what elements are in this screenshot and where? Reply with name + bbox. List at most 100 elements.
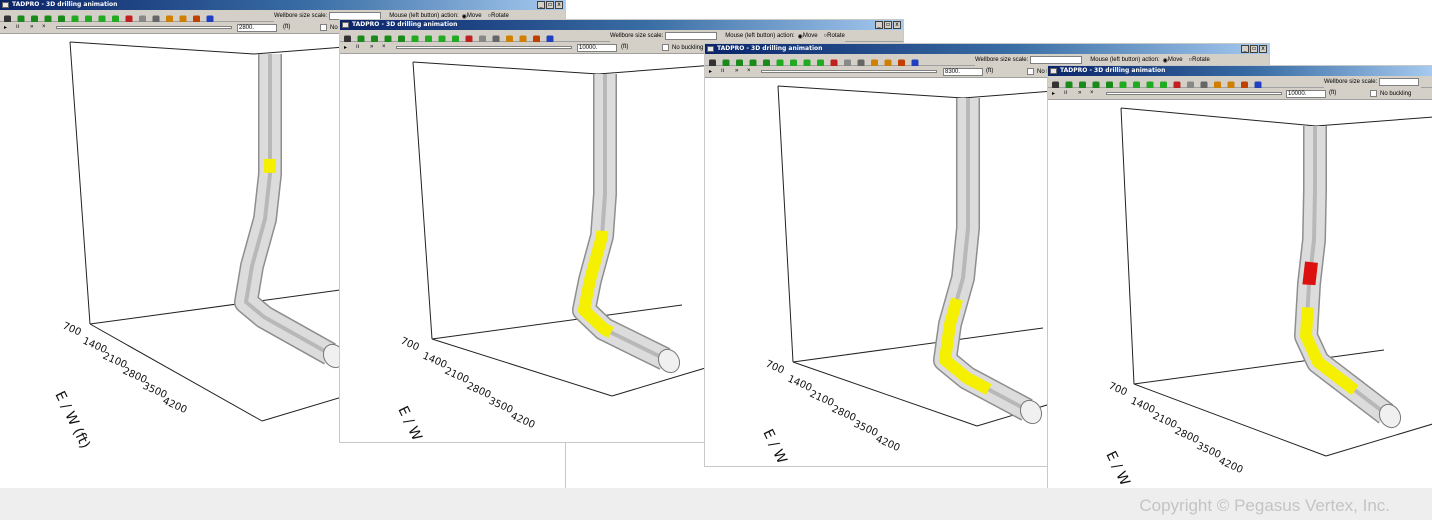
minimize-button[interactable]: _ [537,1,545,9]
scale-input[interactable] [1379,78,1420,86]
fast-forward-button[interactable]: » [735,68,738,74]
axis-tick-label: 700 [1107,381,1129,399]
move-label: Move [1167,57,1183,63]
axis-tick-label: 3500 [487,396,515,416]
pause-button[interactable]: ıı [1064,90,1067,96]
scale-input[interactable] [1030,56,1083,64]
axis-tick-label: 1400 [421,351,449,371]
app-icon [707,46,714,52]
axis-line [412,61,599,75]
mouse-action-label: Mouse (left button) action: [1090,57,1160,63]
axis-tick-label: 4200 [1217,456,1245,476]
footer: Copyright © Pegasus Vertex, Inc. [0,488,1432,520]
axis-line [431,304,683,340]
close-button[interactable]: x [893,21,901,29]
rotate-label: Rotate [491,13,509,19]
scale-control: Wellbore size scale: Mouse (left button)… [610,30,845,42]
minimize-button[interactable]: _ [1241,45,1249,53]
copyright-text: Copyright © Pegasus Vertex, Inc. [1139,496,1390,515]
axis-tick-label: 4200 [874,434,902,454]
axis-line [69,41,255,55]
restore-button[interactable]: ▫ [1250,45,1258,53]
fast-forward-button[interactable]: » [1078,90,1081,96]
rotate-label: Rotate [827,33,845,39]
axis-tick-label: 4200 [509,411,537,431]
window-title: TADPRO - 3D drilling animation [12,1,118,8]
axis-tick-label: 1400 [786,374,814,394]
stop-button[interactable]: × [42,24,46,30]
pause-button[interactable]: ıı [721,68,724,74]
scale-input[interactable] [329,12,382,20]
play-button[interactable]: ▸ [709,68,712,75]
axis-line [777,85,794,363]
close-button[interactable]: x [1259,45,1267,53]
app-icon [342,22,349,28]
pause-button[interactable]: ıı [356,44,359,50]
move-label: Move [466,13,482,19]
play-button[interactable]: ▸ [1052,90,1055,97]
stop-button[interactable]: × [382,44,386,50]
scale-control: Wellbore size scale: Mouse (left button)… [975,54,1210,66]
axis-tick-label: 4200 [161,396,189,416]
axis-tick-label: 700 [399,336,421,354]
stop-button[interactable]: × [747,68,751,74]
fast-forward-button[interactable]: » [30,24,33,30]
window-titlebar[interactable]: TADPRO - 3D drilling animation _ ▫ x [705,44,1269,54]
restore-button[interactable]: ▫ [884,21,892,29]
axis-tick-label: 2800 [830,404,858,424]
window-titlebar[interactable]: TADPRO - 3D drilling animation _ ▫ x [340,20,903,30]
depth-field[interactable]: 10000. [577,44,617,52]
window-title: TADPRO - 3D drilling animation [352,21,458,28]
wellbore-pipe [1295,126,1393,423]
ew-axis-label: E / W (ft) [759,427,800,466]
play-button[interactable]: ▸ [4,24,7,31]
axis-line [431,338,613,397]
axis-tick-label: 2100 [1151,411,1179,431]
no-buckling-checkbox[interactable]: No buckling [662,44,703,51]
rotate-label: Rotate [1192,57,1210,63]
fast-forward-button[interactable]: » [370,44,373,50]
wellbore-size-scale-label: Wellbore size scale: [1324,79,1378,85]
move-label: Move [802,33,818,39]
depth-field[interactable]: 2800. [237,24,277,32]
playback-bar: ▸ ıı » × 10000. (ft) No buckling [1048,88,1432,100]
depth-field[interactable]: 10000. [1286,90,1326,98]
axis-line [792,327,1044,363]
axis-tick-label: 2100 [443,366,471,386]
close-button[interactable]: x [555,1,563,9]
stop-button[interactable]: × [1090,90,1094,96]
axis-tick-label: 700 [764,359,786,377]
axis-line [1120,107,1135,385]
axis-tick-label: 3500 [852,419,880,439]
window-titlebar[interactable]: TADPRO - 3D drilling animation _ ▫ x [0,0,565,10]
no-buckling-checkbox[interactable]: No buckling [1370,90,1411,97]
depth-slider[interactable] [396,46,572,49]
restore-button[interactable]: ▫ [546,1,554,9]
wellbore-size-scale-label: Wellbore size scale: [975,57,1029,63]
axis-line [89,289,341,325]
ew-axis-label: E / W (ft) [394,404,435,442]
axis-line [412,61,433,340]
window-title: TADPRO - 3D drilling animation [717,45,823,52]
scale-input[interactable] [665,32,718,40]
axis-tick-label: 2800 [1173,426,1201,446]
3d-wellbore-view[interactable]: 70014002100280035004200 E / W (ft) [1048,100,1432,488]
depth-slider[interactable] [1106,92,1282,95]
play-button[interactable]: ▸ [344,44,347,51]
ew-axis-label: E / W (ft) [51,389,92,452]
ew-axis-label: E / W (ft) [1102,449,1143,488]
axis-tick-label: 1400 [1129,396,1157,416]
mouse-action-label: Mouse (left button) action: [389,13,459,19]
window-titlebar[interactable]: TADPRO - 3D drilling animation [1048,66,1432,76]
depth-field[interactable]: 8300. [943,68,983,76]
depth-slider[interactable] [56,26,232,29]
scale-control: Wellbore size scale: [1324,76,1422,88]
depth-slider[interactable] [761,70,937,73]
axis-tick-label: 3500 [1195,441,1223,461]
axis-line [777,85,964,99]
pause-button[interactable]: ıı [16,24,19,30]
axis-tick-label: 2800 [465,381,493,401]
app-icon [2,2,9,8]
minimize-button[interactable]: _ [875,21,883,29]
depth-unit: (ft) [986,68,994,74]
